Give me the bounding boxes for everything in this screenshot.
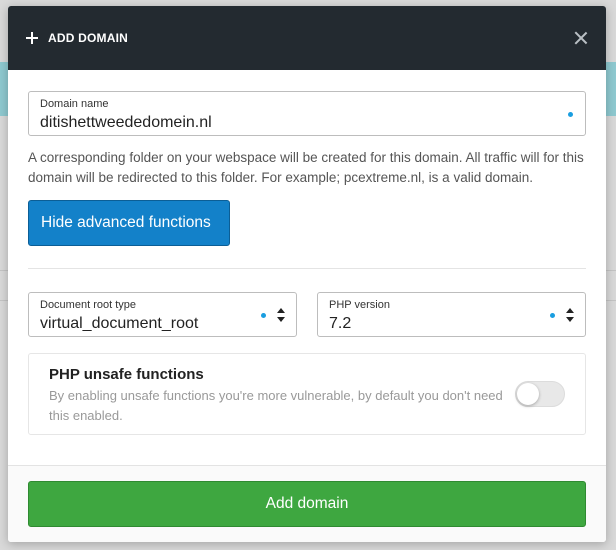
sort-arrows-icon	[277, 308, 285, 322]
required-indicator-icon	[261, 313, 266, 318]
advanced-options-row: Document root type virtual_document_root…	[28, 292, 586, 337]
modal-header: ADD DOMAIN	[8, 6, 606, 70]
php-version-value: 7.2	[329, 315, 352, 332]
hide-advanced-functions-button[interactable]: Hide advanced functions	[28, 200, 230, 246]
close-icon[interactable]	[574, 31, 588, 45]
add-domain-button[interactable]: Add domain	[28, 481, 586, 527]
required-indicator-icon	[568, 112, 573, 117]
required-indicator-icon	[550, 313, 555, 318]
modal-body: Domain name A corresponding folder on yo…	[8, 70, 606, 435]
document-root-type-select[interactable]: Document root type virtual_document_root	[28, 292, 297, 337]
php-version-label: PHP version	[329, 299, 390, 311]
section-divider	[28, 268, 586, 269]
php-unsafe-functions-description: By enabling unsafe functions you're more…	[49, 388, 503, 423]
php-unsafe-functions-card: PHP unsafe functions By enabling unsafe …	[28, 353, 586, 435]
domain-name-input[interactable]	[40, 113, 574, 133]
toggle-knob	[517, 383, 539, 405]
plus-icon	[26, 32, 38, 44]
document-root-type-value: virtual_document_root	[40, 315, 199, 332]
modal-title: ADD DOMAIN	[48, 31, 128, 45]
domain-name-field[interactable]: Domain name	[28, 91, 586, 136]
domain-help-text: A corresponding folder on your webspace …	[28, 150, 584, 185]
domain-name-label: Domain name	[40, 98, 109, 110]
add-domain-modal: ADD DOMAIN Domain name A corresponding f…	[8, 6, 606, 542]
php-unsafe-functions-title: PHP unsafe functions	[49, 366, 204, 383]
php-version-select[interactable]: PHP version 7.2	[317, 292, 586, 337]
php-unsafe-functions-toggle[interactable]	[515, 381, 565, 407]
sort-arrows-icon	[566, 308, 574, 322]
modal-footer: Add domain	[8, 465, 606, 542]
document-root-type-label: Document root type	[40, 299, 136, 311]
